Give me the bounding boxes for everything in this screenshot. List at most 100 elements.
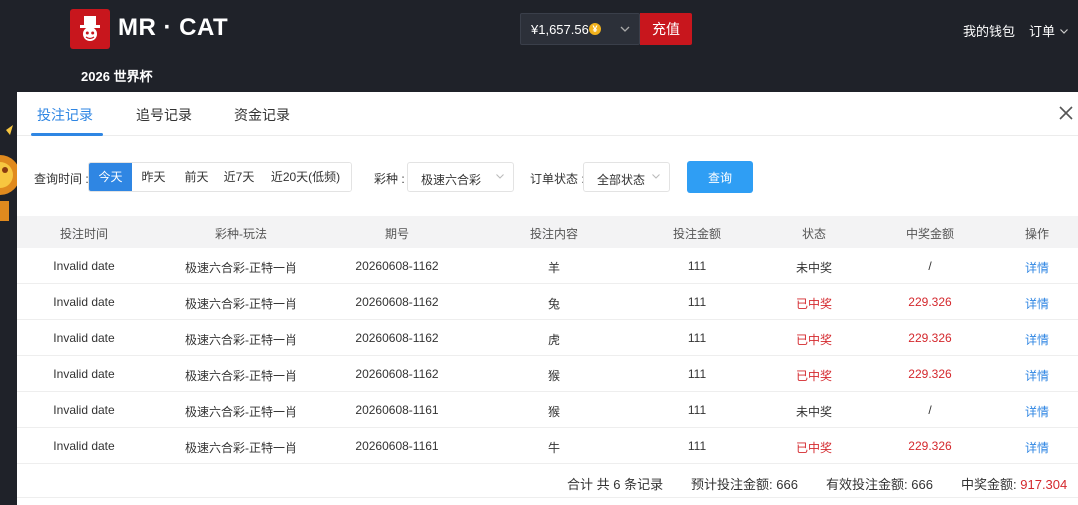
- prize-cell: 229.326: [908, 367, 952, 381]
- status-cell: 未中奖: [795, 261, 833, 275]
- expected-bet-value: 666: [776, 477, 798, 492]
- bet-time-cell: Invalid date: [53, 331, 115, 345]
- orders-menu[interactable]: 订单: [1029, 21, 1069, 40]
- date-range-group: 今天 昨天 前天 近7天 近20天(低频): [88, 162, 352, 192]
- table-row: Invalid date 极速六合彩-正特一肖 20260608-1162 兔 111 已…: [17, 284, 1078, 320]
- tab-fund-records[interactable]: 资金记录: [234, 105, 290, 125]
- brand-logo[interactable]: [70, 9, 110, 49]
- bet-content-cell: 虎: [547, 333, 561, 347]
- chevron-down-icon: [1059, 29, 1068, 34]
- game-play-cell: 极速六合彩-正特一肖: [185, 369, 297, 383]
- game-play-cell: 极速六合彩-正特一肖: [185, 297, 297, 311]
- bet-content-cell: 猴: [547, 369, 561, 383]
- brand-name: MR · CAT: [118, 14, 229, 41]
- records-panel: 投注记录 追号记录 资金记录 查询时间 : 今天 昨天 前天 近7天 近20天(…: [17, 92, 1078, 505]
- period-cell: 20260608-1162: [355, 295, 439, 309]
- balance-dropdown[interactable]: ¥1,657.56 ¥: [520, 13, 640, 45]
- bet-amount-cell: 111: [687, 403, 707, 417]
- column-header: 投注内容: [529, 227, 579, 241]
- column-header: 彩种-玩法: [215, 227, 267, 241]
- date-7days-button[interactable]: 近7天: [218, 163, 260, 191]
- column-header: 投注时间: [59, 227, 109, 241]
- cat-hat-icon: [80, 16, 100, 41]
- status-cell: 已中奖: [795, 369, 833, 383]
- table-row: Invalid date 极速六合彩-正特一肖 20260608-1162 虎 111 已…: [17, 320, 1078, 356]
- period-cell: 20260608-1161: [355, 403, 439, 417]
- query-button[interactable]: 查询: [687, 161, 753, 193]
- summary-bar: 合计 共 6 条记录 预计投注金额: 666 有效投注金额: 666 中奖金额:…: [17, 464, 1078, 498]
- records-tabs: 投注记录 追号记录 资金记录: [17, 92, 1078, 136]
- period-cell: 20260608-1162: [355, 331, 439, 345]
- status-cell: 已中奖: [795, 333, 833, 347]
- detail-link[interactable]: 详情: [1025, 403, 1049, 420]
- balance-amount: ¥1,657.56: [531, 22, 589, 37]
- lottery-filter-label: 彩种 :: [374, 172, 405, 186]
- time-filter-label: 查询时间 :: [34, 172, 89, 186]
- prize-cell: 229.326: [908, 331, 952, 345]
- bet-content-cell: 羊: [547, 261, 561, 275]
- expected-bet-label: 预计投注金额:: [691, 477, 773, 492]
- status-filter-label: 订单状态 :: [530, 172, 585, 186]
- total-records: 合计 共 6 条记录: [567, 477, 664, 492]
- prize-total-label: 中奖金额:: [961, 477, 1017, 492]
- lottery-select[interactable]: 极速六合彩: [407, 162, 514, 192]
- chevron-down-icon: [619, 20, 631, 41]
- bet-amount-cell: 111: [687, 295, 707, 309]
- valid-bet-value: 666: [911, 477, 933, 492]
- date-yesterday-button[interactable]: 昨天: [132, 163, 175, 191]
- bet-time-cell: Invalid date: [53, 439, 115, 453]
- valid-bet-label: 有效投注金额:: [826, 477, 908, 492]
- bet-amount-cell: 111: [687, 439, 707, 453]
- bet-time-cell: Invalid date: [53, 259, 115, 273]
- column-header: 操作: [1024, 227, 1050, 241]
- my-wallet-link[interactable]: 我的钱包: [963, 21, 1015, 40]
- active-tab-indicator: [31, 133, 103, 136]
- mascot-icon: [0, 125, 17, 221]
- nav-worldcup[interactable]: 2026 世界杯: [81, 66, 153, 85]
- filter-bar: 查询时间 : 今天 昨天 前天 近7天 近20天(低频) 彩种 : 极速六合彩 …: [17, 160, 1078, 193]
- chevron-down-icon: [496, 174, 504, 179]
- game-play-cell: 极速六合彩-正特一肖: [185, 441, 297, 455]
- bet-content-cell: 猴: [547, 405, 561, 419]
- detail-link[interactable]: 详情: [1025, 331, 1049, 348]
- status-select[interactable]: 全部状态: [583, 162, 670, 192]
- prize-cell: /: [928, 403, 932, 417]
- bet-time-cell: Invalid date: [53, 403, 115, 417]
- date-daybefore-button[interactable]: 前天: [175, 163, 218, 191]
- date-20days-button[interactable]: 近20天(低频): [260, 163, 351, 191]
- bet-time-cell: Invalid date: [53, 367, 115, 381]
- valid-bet-total: 有效投注金额: 666: [826, 474, 933, 493]
- bet-amount-cell: 111: [687, 367, 707, 381]
- column-header: 状态: [801, 227, 827, 241]
- detail-link[interactable]: 详情: [1025, 259, 1049, 276]
- tab-chase-records[interactable]: 追号记录: [136, 105, 192, 125]
- period-cell: 20260608-1162: [355, 367, 439, 381]
- column-header: 期号: [384, 227, 410, 241]
- status-cell: 未中奖: [795, 405, 833, 419]
- bet-time-cell: Invalid date: [53, 295, 115, 309]
- tab-bet-records[interactable]: 投注记录: [37, 105, 93, 125]
- table-row: Invalid date 极速六合彩-正特一肖 20260608-1162 羊 111 未…: [17, 248, 1078, 284]
- game-play-cell: 极速六合彩-正特一肖: [185, 405, 297, 419]
- chevron-down-icon: [652, 174, 660, 179]
- date-today-button[interactable]: 今天: [89, 163, 132, 191]
- status-cell: 已中奖: [795, 441, 833, 455]
- close-icon[interactable]: [1057, 104, 1075, 122]
- prize-total: 中奖金额: 917.304: [961, 474, 1067, 493]
- top-header: MR · CAT ¥1,657.56 ¥ 充值 我的钱包 订单 2026 世界杯: [0, 0, 1078, 92]
- status-cell: 已中奖: [795, 297, 833, 311]
- table-header: 投注时间 彩种-玩法 期号 投注内容 投注金额 状态 中奖金额 操作: [17, 216, 1078, 248]
- game-play-cell: 极速六合彩-正特一肖: [185, 261, 297, 275]
- table-row: Invalid date 极速六合彩-正特一肖 20260608-1161 猴 111 未…: [17, 392, 1078, 428]
- period-cell: 20260608-1161: [355, 439, 439, 453]
- recharge-button[interactable]: 充值: [640, 13, 692, 45]
- detail-link[interactable]: 详情: [1025, 295, 1049, 312]
- game-play-cell: 极速六合彩-正特一肖: [185, 333, 297, 347]
- side-mascot-decoration: [0, 115, 17, 230]
- prize-total-value: 917.304: [1020, 477, 1068, 492]
- column-header: 中奖金额: [905, 227, 955, 241]
- status-select-value: 全部状态: [597, 173, 646, 187]
- detail-link[interactable]: 详情: [1025, 439, 1049, 456]
- bet-amount-cell: 111: [687, 331, 707, 345]
- detail-link[interactable]: 详情: [1025, 367, 1049, 384]
